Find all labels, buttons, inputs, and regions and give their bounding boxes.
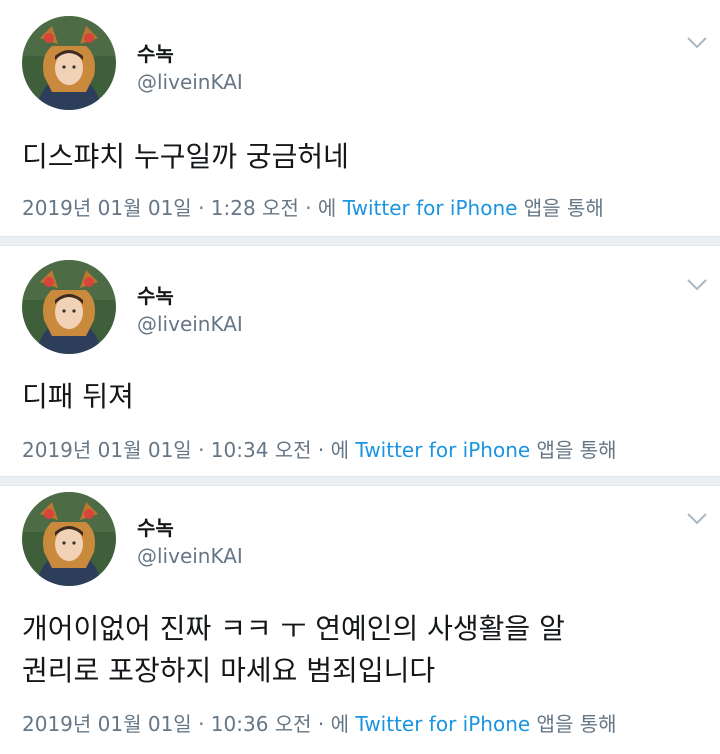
tweet-3[interactable]: 수녹 @liveinKAI 개어이없어 진짜 ㅋㅋ ㅜ 연예인의 사생활을 알 … xyxy=(0,486,720,754)
source-link[interactable]: Twitter for iPhone xyxy=(355,438,530,462)
timestamp[interactable]: 2019년 01월 01일 · 10:36 오전 · 에 xyxy=(22,712,355,736)
chevron-down-icon[interactable] xyxy=(686,512,708,526)
chevron-down-icon[interactable] xyxy=(686,278,708,292)
tweet-text: 개어이없어 진짜 ㅋㅋ ㅜ 연예인의 사생활을 알 권리로 포장하지 마세요 범… xyxy=(22,612,565,687)
tweet-2[interactable]: 수녹 @liveinKAI 디패 뒤져 2019년 01월 01일 · 10:3… xyxy=(0,246,720,476)
via-suffix: 앱을 통해 xyxy=(530,438,617,462)
tweet-meta: 2019년 01월 01일 · 1:28 오전 · 에 Twitter for … xyxy=(22,192,604,221)
tweet-meta: 2019년 01월 01일 · 10:36 오전 · 에 Twitter for… xyxy=(22,708,617,737)
author-handle[interactable]: @liveinKAI xyxy=(137,544,243,568)
tweet-text: 디스퍄치 누구일까 궁금허네 xyxy=(22,140,349,173)
avatar-image xyxy=(22,260,116,354)
tweet-divider xyxy=(0,236,720,246)
tweet-1[interactable]: 수녹 @liveinKAI 디스퍄치 누구일까 궁금허네 2019년 01월 0… xyxy=(0,0,720,236)
chevron-down-icon[interactable] xyxy=(686,36,708,50)
avatar[interactable] xyxy=(22,16,116,110)
via-suffix: 앱을 통해 xyxy=(517,196,604,220)
tweet-text: 디패 뒤져 xyxy=(22,380,134,413)
source-link[interactable]: Twitter for iPhone xyxy=(343,196,518,220)
author-name[interactable]: 수녹 xyxy=(137,512,174,541)
avatar-image xyxy=(22,492,116,586)
avatar-image xyxy=(22,16,116,110)
avatar[interactable] xyxy=(22,492,116,586)
author-handle[interactable]: @liveinKAI xyxy=(137,70,243,94)
via-suffix: 앱을 통해 xyxy=(530,712,617,736)
timestamp[interactable]: 2019년 01월 01일 · 1:28 오전 · 에 xyxy=(22,196,343,220)
author-handle[interactable]: @liveinKAI xyxy=(137,312,243,336)
tweet-divider xyxy=(0,476,720,486)
tweet-meta: 2019년 01월 01일 · 10:34 오전 · 에 Twitter for… xyxy=(22,434,617,463)
author-name[interactable]: 수녹 xyxy=(137,280,174,309)
timestamp[interactable]: 2019년 01월 01일 · 10:34 오전 · 에 xyxy=(22,438,355,462)
avatar[interactable] xyxy=(22,260,116,354)
source-link[interactable]: Twitter for iPhone xyxy=(355,712,530,736)
author-name[interactable]: 수녹 xyxy=(137,38,174,67)
